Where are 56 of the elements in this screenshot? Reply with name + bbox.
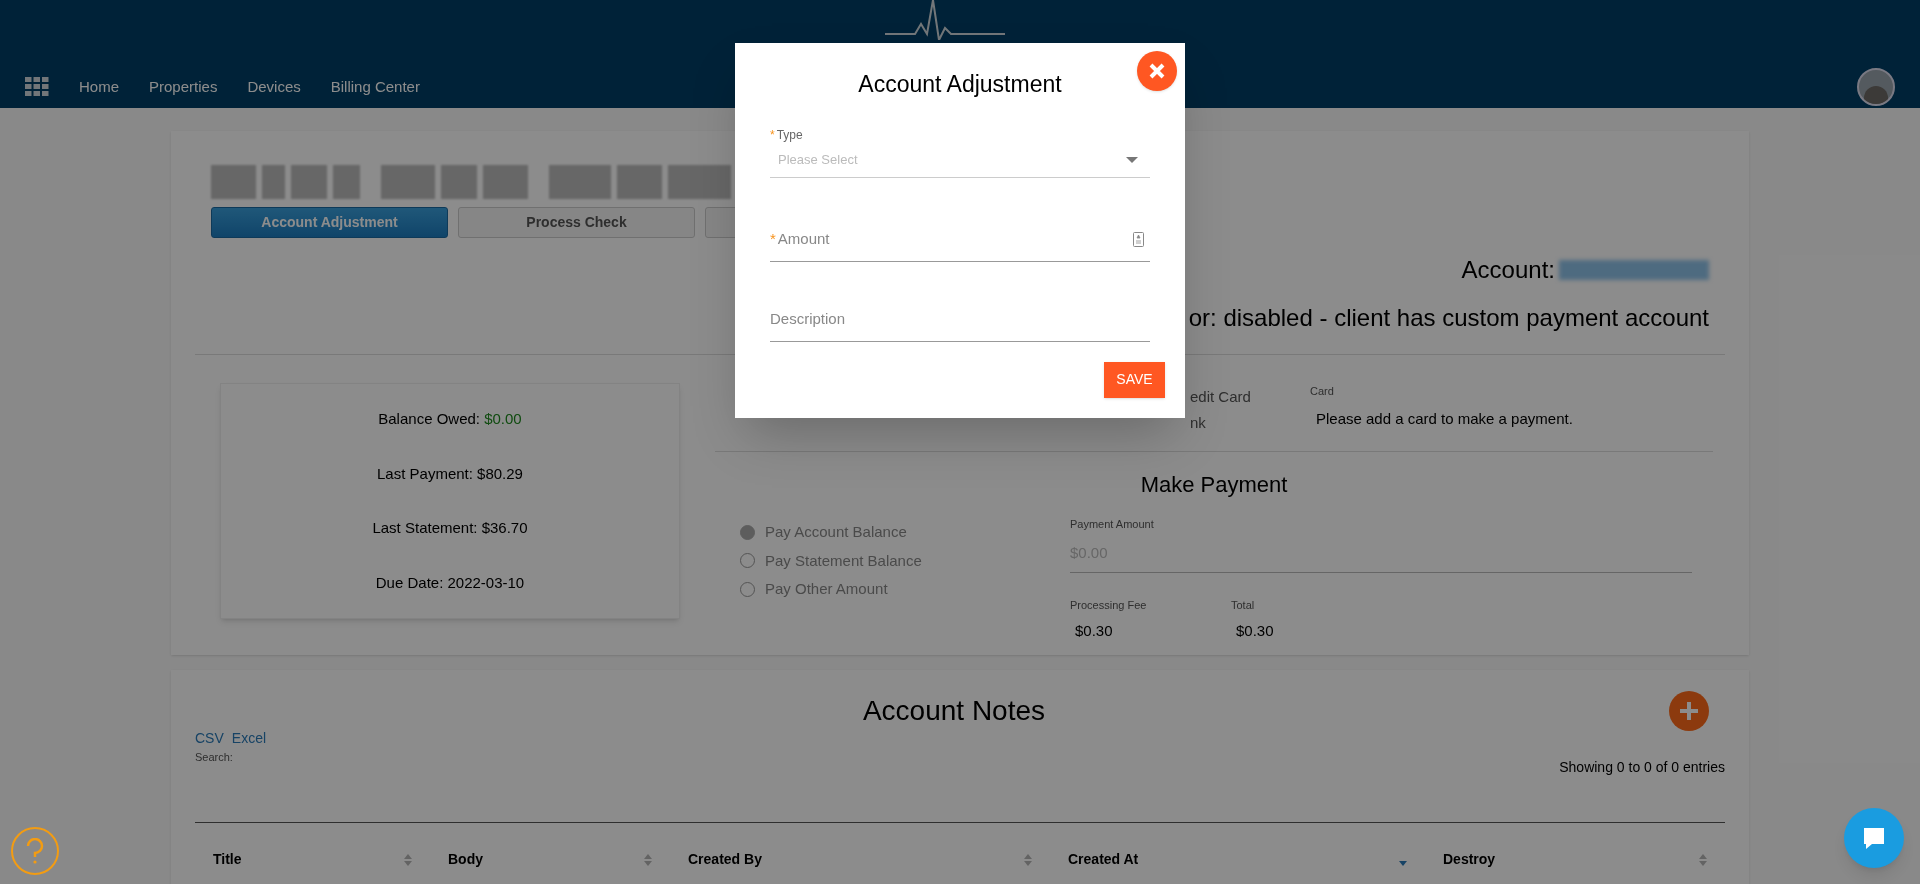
summary-line: Last Payment: $80.29 xyxy=(377,463,523,484)
export-link[interactable]: Excel xyxy=(231,728,267,749)
nav-link[interactable]: Properties xyxy=(149,75,218,99)
sort-icon[interactable] xyxy=(644,853,652,866)
payment-option-radio[interactable]: Pay Other Amount xyxy=(740,578,1070,601)
avatar[interactable] xyxy=(1857,68,1895,106)
amount-value: $0.30 xyxy=(1075,620,1114,641)
amount-field[interactable]: *Amount xyxy=(770,217,1150,262)
dialog-title: Account Adjustment xyxy=(858,70,1062,99)
plus-icon xyxy=(1678,700,1700,722)
section-title: Make Payment xyxy=(1140,471,1288,499)
apps-grid-icon[interactable] xyxy=(25,77,49,97)
calculator-icon xyxy=(1133,231,1144,247)
close-button[interactable] xyxy=(1137,51,1177,91)
field-label: Processing Fee xyxy=(1070,598,1148,613)
column-header[interactable]: Created By xyxy=(688,849,762,870)
export-link[interactable]: CSV xyxy=(195,728,224,749)
column-header[interactable]: Destroy xyxy=(1443,849,1496,870)
chat-button[interactable] xyxy=(1844,808,1904,868)
processor-status: or: disabled - client has custom payment account xyxy=(1188,303,1709,333)
field-label: Payment Amount xyxy=(1070,518,1154,530)
account-label: Account: xyxy=(1461,255,1555,285)
sort-icon[interactable] xyxy=(1699,853,1707,866)
summary-line: Due Date: 2022-03-10 xyxy=(375,572,525,593)
save-button[interactable]: SAVE xyxy=(1104,361,1165,398)
description-field[interactable]: Description xyxy=(770,297,1150,342)
nav-link[interactable]: Billing Center xyxy=(330,75,420,99)
payment-method-label: edit Card xyxy=(1190,388,1251,406)
help-button[interactable] xyxy=(11,827,59,875)
column-header[interactable]: Created At xyxy=(1068,849,1139,870)
action-button[interactable]: Process Check xyxy=(458,207,695,238)
nav-link[interactable]: Devices xyxy=(247,75,301,99)
nav-link[interactable]: Home xyxy=(79,75,119,99)
card-message: Please add a card to make a payment. xyxy=(1316,408,1573,429)
search-label: Search: xyxy=(195,750,233,765)
summary-line: Last Statement: $36.70 xyxy=(372,518,528,538)
type-select[interactable]: Please Select xyxy=(770,143,1150,178)
payment-option-radio[interactable]: Pay Account Balance xyxy=(740,521,1070,544)
table-info: Showing 0 to 0 of 0 entries xyxy=(1559,758,1725,777)
sort-icon[interactable] xyxy=(1024,853,1032,866)
summary-line: Balance Owed: $0.00 xyxy=(378,409,522,429)
payment-option-radio[interactable]: Pay Statement Balance xyxy=(740,549,1070,572)
amount-value: $0.30 xyxy=(1236,620,1274,641)
section-title: Account Notes xyxy=(862,694,1046,728)
add-button[interactable] xyxy=(1669,691,1709,731)
sort-icon[interactable] xyxy=(404,853,412,866)
question-icon xyxy=(26,838,44,864)
caret-icon xyxy=(1126,157,1138,163)
field-label: * Type xyxy=(770,126,804,144)
payment-method-label: nk xyxy=(1190,414,1206,432)
field-label: Total xyxy=(1231,598,1256,613)
close-icon xyxy=(1149,63,1165,79)
card-label: Card xyxy=(1310,384,1335,399)
column-header[interactable]: Title xyxy=(213,849,242,870)
action-button[interactable]: Account Adjustment xyxy=(211,207,448,238)
column-header[interactable]: Body xyxy=(448,849,483,870)
